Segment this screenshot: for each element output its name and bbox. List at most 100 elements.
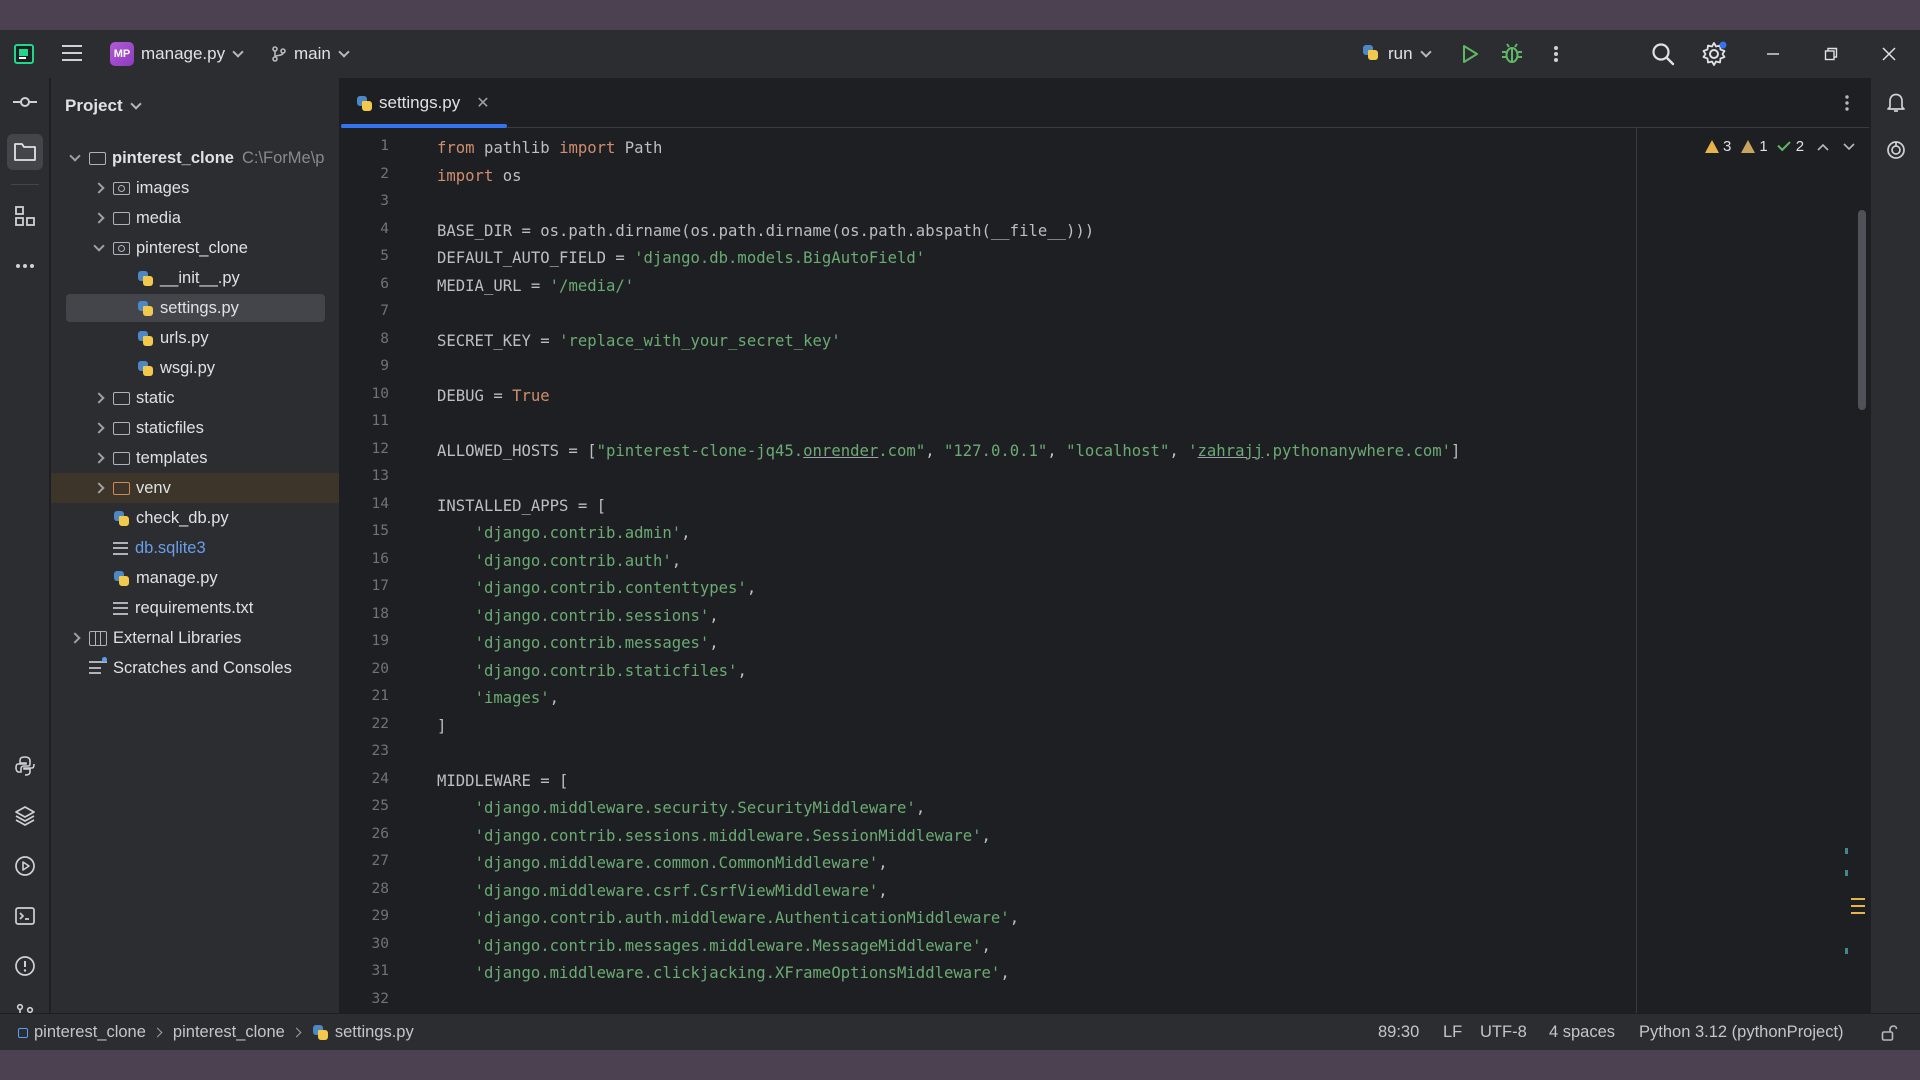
terminal-tool-button[interactable] xyxy=(9,900,41,932)
tree-item[interactable]: urls.py xyxy=(51,323,339,353)
services-tool-button[interactable] xyxy=(9,850,41,882)
chevron-up-icon[interactable] xyxy=(1816,142,1830,152)
project-panel-title[interactable]: Project xyxy=(65,96,142,116)
line-number[interactable]: 25 xyxy=(341,798,389,814)
code-line[interactable]: SECRET_KEY = 'replace_with_your_secret_k… xyxy=(437,328,841,356)
breadcrumb-package[interactable]: pinterest_clone xyxy=(173,1023,285,1042)
line-number[interactable]: 12 xyxy=(341,441,389,457)
restore-button[interactable] xyxy=(1802,30,1860,78)
code-line[interactable]: MEDIA_URL = '/media/' xyxy=(437,273,634,301)
line-number[interactable]: 11 xyxy=(341,413,389,429)
code-line[interactable]: INSTALLED_APPS = [ xyxy=(437,493,606,521)
line-number[interactable]: 8 xyxy=(341,331,389,347)
editor-vertical-scrollbar[interactable] xyxy=(1858,210,1866,410)
tree-item[interactable]: venv xyxy=(51,473,339,503)
code-line[interactable]: 'django.contrib.contenttypes', xyxy=(437,575,757,603)
close-tab-icon[interactable]: ✕ xyxy=(476,93,489,113)
tree-item[interactable]: templates xyxy=(51,443,339,473)
python-interpreter[interactable]: Python 3.12 (pythonProject) xyxy=(1639,1014,1844,1051)
line-number[interactable]: 4 xyxy=(341,221,389,237)
line-number[interactable]: 15 xyxy=(341,523,389,539)
line-number[interactable]: 30 xyxy=(341,936,389,952)
code-line[interactable]: 'django.contrib.auth.middleware.Authenti… xyxy=(437,905,1020,933)
line-number[interactable]: 9 xyxy=(341,358,389,374)
code-line[interactable]: ] xyxy=(437,713,446,741)
line-number[interactable]: 18 xyxy=(341,606,389,622)
line-number[interactable]: 27 xyxy=(341,853,389,869)
tree-item[interactable]: pinterest_clone C:\ForMe\p xyxy=(51,143,339,173)
file-lock-button[interactable] xyxy=(1880,1014,1898,1051)
code-line[interactable]: DEFAULT_AUTO_FIELD = 'django.db.models.B… xyxy=(437,245,925,273)
code-line[interactable]: 'django.contrib.messages', xyxy=(437,630,719,658)
code-line[interactable]: 'django.contrib.staticfiles', xyxy=(437,658,747,686)
tree-item[interactable]: Scratches and Consoles xyxy=(51,653,339,683)
tree-item[interactable]: pinterest_clone xyxy=(51,233,339,263)
code-line[interactable]: 'images', xyxy=(437,685,560,713)
tree-item[interactable]: manage.py xyxy=(51,563,339,593)
more-tools-button[interactable] xyxy=(9,250,41,282)
code-line[interactable]: 'django.contrib.sessions.middleware.Sess… xyxy=(437,823,991,851)
line-number[interactable]: 22 xyxy=(341,716,389,732)
line-number[interactable]: 32 xyxy=(341,991,389,1007)
project-selector[interactable]: MP manage.py xyxy=(104,38,248,70)
line-number[interactable]: 31 xyxy=(341,963,389,979)
breadcrumb-project[interactable]: pinterest_clone xyxy=(34,1023,146,1042)
line-number[interactable]: 5 xyxy=(341,248,389,264)
code-content[interactable]: from pathlib import Path import os BASE_DI… xyxy=(437,128,1767,1013)
code-line[interactable]: 'django.middleware.common.CommonMiddlewa… xyxy=(437,850,888,878)
line-number[interactable]: 2 xyxy=(341,166,389,182)
line-number[interactable]: 13 xyxy=(341,468,389,484)
tree-expander[interactable] xyxy=(89,182,109,194)
breadcrumb-file[interactable]: settings.py xyxy=(335,1023,414,1042)
line-number[interactable]: 1 xyxy=(341,138,389,154)
project-tool-button[interactable] xyxy=(7,134,43,170)
close-window-button[interactable] xyxy=(1860,30,1918,78)
problems-tool-button[interactable] xyxy=(9,950,41,982)
tab-settings-py[interactable]: settings.py ✕ xyxy=(341,78,507,128)
tree-item[interactable]: __init__.py xyxy=(51,263,339,293)
caret-position[interactable]: 89:30 xyxy=(1378,1014,1419,1051)
tab-options-button[interactable] xyxy=(1841,91,1853,115)
structure-tool-button[interactable] xyxy=(9,200,41,232)
search-button[interactable] xyxy=(1650,41,1676,67)
tree-expander[interactable] xyxy=(65,150,85,162)
commit-tool-button[interactable] xyxy=(9,86,41,118)
tree-item[interactable]: images xyxy=(51,173,339,203)
tree-expander[interactable] xyxy=(89,482,109,494)
code-line[interactable]: import os xyxy=(437,163,522,191)
line-number[interactable]: 24 xyxy=(341,771,389,787)
code-line[interactable]: from pathlib import Path xyxy=(437,135,662,163)
tree-item[interactable]: wsgi.py xyxy=(51,353,339,383)
line-number[interactable]: 29 xyxy=(341,908,389,924)
inspection-widget[interactable]: 3 1 2 xyxy=(1705,137,1856,155)
file-encoding[interactable]: UTF-8 xyxy=(1480,1014,1527,1051)
line-separator[interactable]: LF xyxy=(1443,1014,1462,1051)
line-number[interactable]: 19 xyxy=(341,633,389,649)
tree-item[interactable]: check_db.py xyxy=(51,503,339,533)
line-number[interactable]: 21 xyxy=(341,688,389,704)
line-number[interactable]: 14 xyxy=(341,496,389,512)
ai-assistant-button[interactable] xyxy=(1880,134,1912,166)
line-number[interactable]: 16 xyxy=(341,551,389,567)
line-number[interactable]: 10 xyxy=(341,386,389,402)
line-number[interactable]: 3 xyxy=(341,193,389,209)
code-line[interactable]: 'django.middleware.clickjacking.XFrameOp… xyxy=(437,960,1010,988)
python-packages-button[interactable] xyxy=(9,750,41,782)
layers-tool-button[interactable] xyxy=(9,800,41,832)
tree-item[interactable]: db.sqlite3 xyxy=(51,533,339,563)
run-config-selector[interactable]: run xyxy=(1356,38,1436,70)
line-number[interactable]: 20 xyxy=(341,661,389,677)
main-menu-icon[interactable] xyxy=(62,45,82,63)
tree-item[interactable]: requirements.txt xyxy=(51,593,339,623)
debug-button[interactable] xyxy=(1500,42,1526,66)
tree-expander[interactable] xyxy=(89,392,109,404)
code-line[interactable]: 'django.middleware.csrf.CsrfViewMiddlewa… xyxy=(437,878,888,906)
tree-item[interactable]: media xyxy=(51,203,339,233)
minimize-button[interactable] xyxy=(1744,30,1802,78)
code-line[interactable]: BASE_DIR = os.path.dirname(os.path.dirna… xyxy=(437,218,1094,246)
warning-stripe-marker[interactable] xyxy=(1851,898,1865,900)
tree-item[interactable]: staticfiles xyxy=(51,413,339,443)
tree-expander[interactable] xyxy=(89,240,109,252)
chevron-down-icon[interactable] xyxy=(1842,142,1856,152)
tree-expander[interactable] xyxy=(65,632,85,644)
